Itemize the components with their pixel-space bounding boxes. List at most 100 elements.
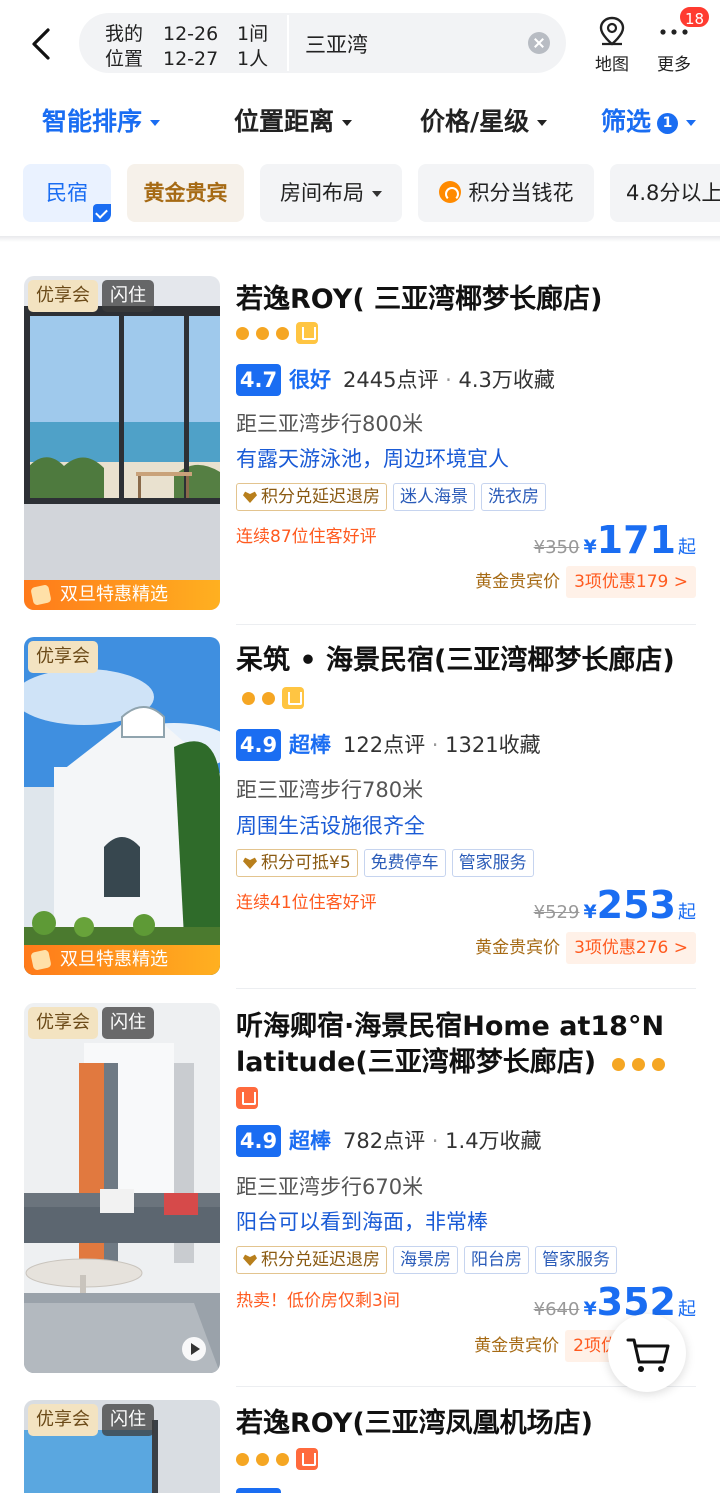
search-input[interactable]: 三亚湾 bbox=[305, 29, 368, 59]
rating-row[interactable]: 4.7 很好 2445点评 · 4.3万收藏 bbox=[236, 364, 555, 396]
review-count: 2445点评 bbox=[343, 368, 439, 392]
divider bbox=[236, 624, 696, 625]
score-badge: 4.7 bbox=[236, 364, 281, 396]
listing-card[interactable]: 优享会 闪住 若逸ROY(三亚湾凤凰机场店) bbox=[0, 1400, 720, 1493]
listing-card[interactable]: 优享会 闪住 双旦特惠精选 若逸ROY( 三亚湾椰梦长廊店) 4.7 很好 2445… bbox=[0, 276, 720, 622]
score-badge: 4.9 bbox=[236, 1125, 281, 1157]
vip-heart-icon bbox=[243, 491, 257, 503]
currency-symbol: ¥ bbox=[583, 536, 597, 558]
price-row: ¥350 ¥171 起 bbox=[534, 518, 696, 562]
cart-button[interactable] bbox=[608, 1314, 686, 1392]
photo-tag-flash: 闪住 bbox=[102, 280, 154, 312]
separator: · bbox=[431, 733, 439, 757]
sort-price-star[interactable]: 价格/星级 bbox=[420, 102, 548, 138]
caret-down-icon bbox=[537, 120, 548, 126]
caret-down-icon bbox=[342, 120, 353, 126]
chip-gold-vip-label: 黄金贵宾 bbox=[143, 181, 228, 205]
top-bar: 我的 12-26 1间 位置 12-27 1人 三亚湾 地图 更多 18 bbox=[0, 0, 720, 86]
chip-gold-vip[interactable]: 黄金贵宾 bbox=[127, 164, 244, 222]
rating-row[interactable]: 4.9 超棒 782点评 · 1.4万收藏 bbox=[236, 1125, 542, 1157]
vip-offer: 3项优惠179 > bbox=[566, 566, 696, 598]
promo-strip: 双旦特惠精选 bbox=[24, 945, 220, 975]
thumbs-up-icon bbox=[296, 1448, 318, 1470]
vip-heart-icon bbox=[243, 857, 257, 869]
feature-tag: 积分兑延迟退房 bbox=[236, 483, 387, 511]
current-price: 253 bbox=[596, 883, 676, 927]
guest-count: 1人 bbox=[237, 48, 269, 70]
listing-title: 呆筑 • 海景民宿(三亚湾椰梦长廊店) bbox=[236, 643, 696, 716]
room-image bbox=[24, 276, 220, 610]
listing-photo[interactable]: 优享会 闪住 bbox=[24, 1003, 220, 1373]
sort-distance-label: 位置距离 bbox=[234, 107, 335, 136]
listing-photo[interactable]: 优享会 闪住 双旦特惠精选 bbox=[24, 276, 220, 610]
map-label: 地图 bbox=[595, 55, 629, 75]
feature-tag: 积分兑延迟退房 bbox=[236, 1246, 387, 1274]
original-price: ¥529 bbox=[533, 902, 580, 923]
caret-down-icon bbox=[150, 120, 161, 126]
filter-label: 筛选 bbox=[601, 107, 652, 136]
favorite-count: 4.3万收藏 bbox=[458, 368, 555, 392]
chip-homestay[interactable]: 民宿 bbox=[23, 164, 111, 222]
separator: · bbox=[431, 1129, 439, 1153]
sort-bar: 智能排序 位置距离 价格/星级 筛选 1 bbox=[0, 92, 720, 148]
header-shadow bbox=[0, 236, 720, 242]
caret-down-icon bbox=[686, 120, 697, 126]
chip-rating[interactable]: 4.8分以上 bbox=[610, 164, 720, 222]
feature-tag: 迷人海景 bbox=[393, 483, 475, 511]
score-badge: 4.9 bbox=[236, 729, 281, 761]
price-suffix: 起 bbox=[678, 537, 696, 558]
price-suffix: 起 bbox=[678, 902, 696, 923]
listing-title: 听海卿宿·海景民宿Home at18°N latitude(三亚湾椰梦长廊店) bbox=[236, 1009, 696, 1082]
chip-layout[interactable]: 房间布局 bbox=[260, 164, 402, 222]
check-icon bbox=[93, 204, 111, 222]
price-row: ¥529 ¥253 起 bbox=[534, 883, 696, 927]
grade-label: 超棒 bbox=[289, 1129, 331, 1153]
search-bar[interactable]: 我的 12-26 1间 位置 12-27 1人 三亚湾 bbox=[79, 13, 566, 73]
chip-points[interactable]: 积分当钱花 bbox=[418, 164, 594, 222]
original-price: ¥640 bbox=[533, 1299, 580, 1320]
listing-photo[interactable]: 优享会 双旦特惠精选 bbox=[24, 637, 220, 975]
current-price: 171 bbox=[596, 518, 676, 562]
feature-tag: 管家服务 bbox=[451, 849, 534, 877]
feature-tag: 积分可抵¥5 bbox=[236, 849, 358, 877]
sort-filter[interactable]: 筛选 1 bbox=[601, 102, 697, 138]
vip-price-row[interactable]: 黄金贵宾价 3项优惠179 > bbox=[475, 566, 696, 598]
cart-icon bbox=[626, 1338, 670, 1372]
sort-price-label: 价格/星级 bbox=[420, 107, 530, 136]
room-image bbox=[24, 1003, 220, 1373]
clear-icon[interactable] bbox=[528, 32, 550, 54]
listing-title: 若逸ROY(三亚湾凤凰机场店) bbox=[236, 1408, 594, 1439]
thumbs-up-icon bbox=[282, 687, 304, 709]
sort-smart[interactable]: 智能排序 bbox=[42, 102, 161, 138]
vip-price-row[interactable]: 黄金贵宾价 3项优惠276 > bbox=[475, 932, 696, 964]
vip-offer: 3项优惠276 > bbox=[566, 932, 696, 964]
listing-title: 若逸ROY( 三亚湾椰梦长廊店) bbox=[236, 284, 603, 315]
map-button[interactable]: 地图 bbox=[586, 14, 638, 75]
notification-badge: 18 bbox=[678, 5, 712, 29]
quick-filter-chips: 民宿 黄金贵宾 房间布局 积分当钱花 4.8分以上 bbox=[0, 164, 720, 224]
vip-heart-icon bbox=[243, 1254, 257, 1266]
date-selector[interactable]: 我的 12-26 1间 位置 12-27 1人 bbox=[79, 13, 287, 73]
room-image bbox=[24, 637, 220, 975]
diamond-rating bbox=[236, 1448, 318, 1470]
chip-rating-label: 4.8分以上 bbox=[626, 181, 720, 205]
highlight-text: 周围生活设施很齐全 bbox=[236, 814, 425, 838]
distance-text: 距三亚湾步行800米 bbox=[236, 412, 424, 436]
play-icon[interactable] bbox=[182, 1337, 206, 1361]
ugc-text: 连续87位住客好评 bbox=[236, 527, 377, 547]
feature-tag: 洗衣房 bbox=[481, 483, 546, 511]
ugc-text: 热卖！低价房仅剩3间 bbox=[236, 1291, 400, 1311]
rating-row[interactable]: 4.9 超棒 122点评 · 1321收藏 bbox=[236, 729, 541, 761]
original-price: ¥350 bbox=[533, 537, 580, 558]
sort-distance[interactable]: 位置距离 bbox=[234, 102, 353, 138]
feature-tag: 管家服务 bbox=[535, 1246, 617, 1274]
location-label-2: 位置 bbox=[105, 48, 144, 70]
listing-photo[interactable]: 优享会 闪住 bbox=[24, 1400, 220, 1493]
photo-tag-vip: 优享会 bbox=[28, 280, 98, 312]
separator: · bbox=[445, 368, 452, 392]
back-icon[interactable] bbox=[24, 24, 60, 64]
vip-price-row[interactable]: 黄金贵宾价 2项优 bbox=[474, 1330, 626, 1362]
currency-symbol: ¥ bbox=[583, 901, 597, 923]
listing-card[interactable]: 优享会 双旦特惠精选 呆筑 • 海景民宿(三亚湾椰梦长廊店) 4.9 超棒 122点… bbox=[0, 637, 720, 983]
chip-homestay-label: 民宿 bbox=[46, 181, 88, 205]
